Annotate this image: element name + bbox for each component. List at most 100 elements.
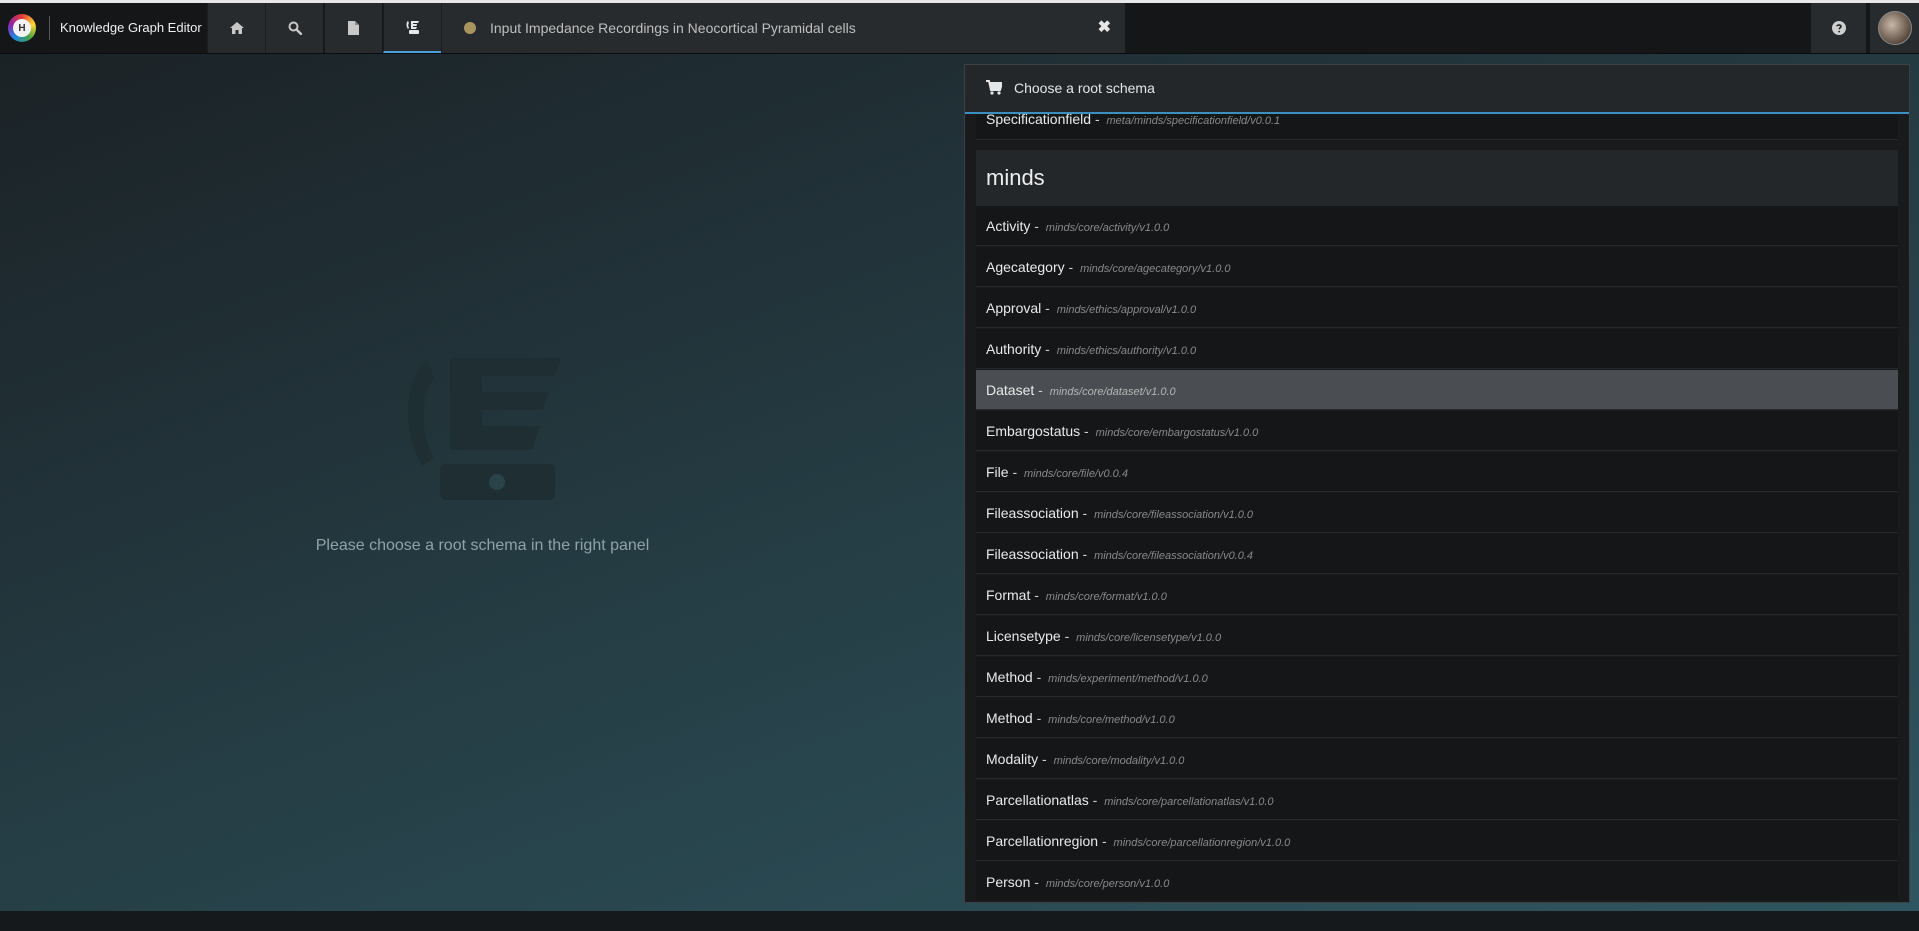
schema-row[interactable]: Modality - minds/core/modality/v1.0.0: [976, 739, 1898, 779]
schema-separator: -: [1030, 218, 1043, 234]
schema-name: Parcellationregion: [986, 833, 1099, 849]
schema-row[interactable]: Method - minds/experiment/method/v1.0.0: [976, 657, 1898, 697]
schema-path: minds/core/person/v1.0.0: [1045, 878, 1170, 890]
help-button[interactable]: [1811, 3, 1866, 53]
schema-row[interactable]: Method - minds/core/method/v1.0.0: [976, 698, 1898, 738]
schema-row[interactable]: Approval - minds/ethics/approval/v1.0.0: [976, 288, 1898, 328]
schema-separator: -: [1088, 792, 1102, 808]
schema-name: Modality: [986, 751, 1039, 767]
question-circle-icon: [1831, 21, 1846, 35]
tab-label: Input Impedance Recordings in Neocortica…: [490, 20, 856, 36]
schema-path: minds/core/licensetype/v1.0.0: [1076, 632, 1222, 644]
bottom-bar: [0, 911, 1919, 931]
schema-name: Method: [986, 669, 1033, 685]
new-instance-button[interactable]: [324, 3, 382, 53]
schema-separator: -: [1030, 587, 1043, 603]
schema-row[interactable]: Embargostatus - minds/core/embargostatus…: [976, 411, 1898, 451]
schema-name: Approval: [986, 300, 1042, 316]
schema-path: minds/core/dataset/v1.0.0: [1049, 386, 1176, 398]
schema-row[interactable]: Authority - minds/ethics/authority/v1.0.…: [976, 329, 1898, 369]
schema-row[interactable]: Fileassociation - minds/core/fileassocia…: [976, 534, 1898, 574]
schema-separator: -: [1064, 259, 1078, 275]
schema-name: Fileassociation: [986, 546, 1079, 562]
schema-name: File: [986, 464, 1009, 480]
schema-separator: -: [1038, 751, 1051, 767]
schema-name: Parcellationatlas: [986, 792, 1089, 808]
schema-row[interactable]: Parcellationatlas - minds/core/parcellat…: [976, 780, 1898, 820]
schema-separator: -: [1034, 382, 1047, 398]
schema-row-specificationfield[interactable]: Specificationfield - meta/minds/specific…: [976, 114, 1898, 140]
schema-name: Format: [986, 587, 1031, 603]
schema-separator: -: [1078, 505, 1092, 521]
search-icon: [288, 21, 302, 35]
avatar: [1877, 11, 1912, 45]
search-button[interactable]: [265, 3, 323, 53]
schema-name: Person: [986, 874, 1031, 890]
schema-name: Dataset: [986, 382, 1035, 398]
placeholder-message: Please choose a root schema in the right…: [315, 537, 650, 554]
tab-instance[interactable]: Input Impedance Recordings in Neocortica…: [441, 3, 1125, 53]
panel-title: Choose a root schema: [1014, 80, 1155, 96]
schema-path: minds/core/agecategory/v1.0.0: [1080, 263, 1231, 275]
schema-separator: -: [1098, 833, 1111, 849]
schema-list[interactable]: Specificationfield - meta/minds/specific…: [976, 114, 1898, 900]
schema-separator: -: [1032, 710, 1046, 726]
schema-separator: -: [1030, 874, 1043, 890]
schema-name: Authority: [986, 341, 1042, 357]
schema-separator: -: [1041, 341, 1054, 357]
logo-letter: H: [13, 19, 31, 37]
schema-row[interactable]: Person - minds/core/person/v1.0.0: [976, 862, 1898, 900]
schema-row[interactable]: Activity - minds/core/activity/v1.0.0: [976, 206, 1898, 246]
tab-close-icon[interactable]: ✖: [1098, 3, 1111, 53]
group-title-minds: minds: [976, 150, 1898, 206]
schema-row[interactable]: Licensetype - minds/core/licensetype/v1.…: [976, 616, 1898, 656]
schema-placeholder-icon: [407, 358, 560, 500]
schema-separator: -: [1080, 423, 1093, 439]
schema-path: minds/core/parcellationatlas/v1.0.0: [1104, 796, 1274, 808]
schema-path: minds/core/embargostatus/v1.0.0: [1095, 427, 1259, 439]
schema-row[interactable]: Parcellationregion - minds/core/parcella…: [976, 821, 1898, 861]
schema-separator: -: [1041, 300, 1054, 316]
schema-name: Specificationfield: [986, 114, 1092, 127]
schema-row[interactable]: Format - minds/core/format/v1.0.0: [976, 575, 1898, 615]
schema-path: minds/experiment/method/v1.0.0: [1048, 673, 1208, 685]
schema-name: Licensetype: [986, 628, 1061, 644]
schema-separator: -: [1060, 628, 1074, 644]
schema-separator: -: [1078, 546, 1092, 562]
schema-path: minds/core/activity/v1.0.0: [1045, 222, 1170, 234]
root-schema-panel: Choose a root schema Specificationfield …: [964, 64, 1910, 903]
top-navbar: H Knowledge Graph Editor Input Impedance…: [0, 3, 1919, 54]
cart-icon: [986, 80, 1002, 95]
schema-name: Activity: [986, 218, 1031, 234]
tab-status-dot: [464, 22, 476, 34]
schema-path: minds/ethics/approval/v1.0.0: [1056, 304, 1197, 316]
file-icon: [348, 21, 359, 35]
schema-graph-button[interactable]: [383, 3, 441, 53]
app-logo[interactable]: H: [8, 14, 36, 42]
schema-separator: -: [1008, 464, 1022, 480]
app-title: Knowledge Graph Editor: [60, 20, 202, 35]
home-button[interactable]: [207, 3, 265, 53]
schema-name: Agecategory: [986, 259, 1065, 275]
schema-row[interactable]: Agecategory - minds/core/agecategory/v1.…: [976, 247, 1898, 287]
user-menu-button[interactable]: [1870, 3, 1919, 53]
schema-separator: -: [1032, 669, 1046, 685]
logo-divider: [49, 16, 50, 40]
schema-path: meta/minds/specificationfield/v0.0.1: [1106, 115, 1281, 127]
home-icon: [229, 22, 244, 34]
schema-path: minds/core/method/v1.0.0: [1048, 714, 1175, 726]
schema-path: minds/core/parcellationregion/v1.0.0: [1113, 837, 1291, 849]
schema-separator: -: [1091, 114, 1104, 127]
schema-row[interactable]: Fileassociation - minds/core/fileassocia…: [976, 493, 1898, 533]
schema-path: minds/core/file/v0.0.4: [1024, 468, 1128, 480]
schema-path: minds/core/fileassociation/v0.0.4: [1094, 550, 1254, 562]
schema-row[interactable]: Dataset - minds/core/dataset/v1.0.0: [976, 370, 1898, 410]
schema-name: Method: [986, 710, 1033, 726]
schema-path: minds/core/fileassociation/v1.0.0: [1094, 509, 1254, 521]
schema-icon: [406, 21, 419, 34]
schema-row[interactable]: File - minds/core/file/v0.0.4: [976, 452, 1898, 492]
schema-path: minds/core/modality/v1.0.0: [1053, 755, 1185, 767]
panel-header: Choose a root schema: [965, 65, 1909, 114]
schema-name: Fileassociation: [986, 505, 1079, 521]
schema-path: minds/ethics/authority/v1.0.0: [1056, 345, 1197, 357]
